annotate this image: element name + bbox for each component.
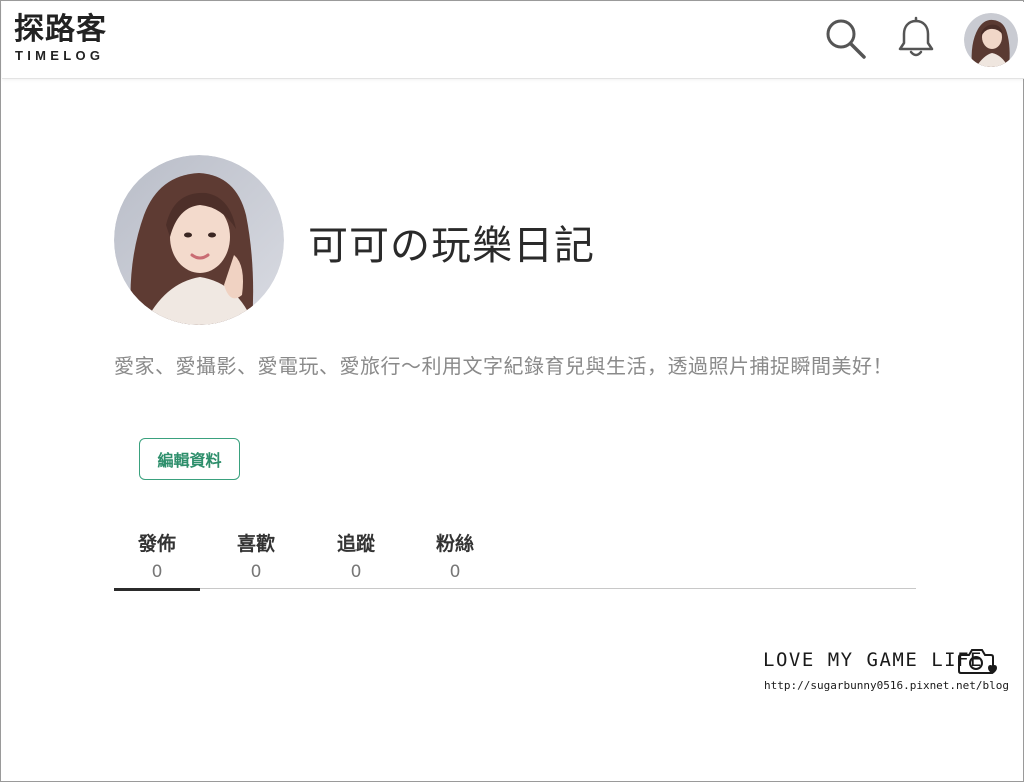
tab-label: 喜歡 [236, 533, 275, 555]
timelog-logo[interactable]: 探路客 TIMELOG [14, 14, 124, 64]
tab-posts[interactable]: 發佈 0 [114, 521, 200, 591]
tab-likes[interactable]: 喜歡 0 [213, 521, 299, 589]
blog-watermark: LOVE MY GAME LIFE http://sugarbunny0516.… [763, 647, 1009, 695]
tab-label: 粉絲 [435, 533, 474, 555]
tab-count: 0 [350, 562, 362, 582]
page-frame: 探路客 TIMELOG 可可の玩樂日記 愛家、愛攝影、愛電玩、愛旅行～利用文字紀… [0, 0, 1024, 782]
tab-count: 0 [250, 562, 262, 582]
watermark-title: LOVE MY GAME LIFE [763, 649, 983, 671]
camera-heart-icon [957, 647, 997, 677]
tab-count: 0 [151, 562, 163, 582]
edit-profile-button[interactable]: 編輯資料 [139, 438, 240, 480]
bell-icon[interactable] [894, 16, 938, 62]
tab-label: 發佈 [137, 533, 176, 555]
logo-chinese-text: 探路客 [14, 12, 107, 47]
tab-following[interactable]: 追蹤 0 [313, 521, 399, 589]
profile-bio: 愛家、愛攝影、愛電玩、愛旅行～利用文字紀錄育兒與生活，透過照片捕捉瞬間美好！ [114, 354, 893, 378]
profile-avatar[interactable] [114, 155, 284, 325]
search-icon[interactable] [824, 17, 868, 61]
top-navigation-bar: 探路客 TIMELOG [2, 2, 1024, 79]
tab-followers[interactable]: 粉絲 0 [412, 521, 498, 589]
tab-label: 追蹤 [336, 533, 375, 555]
profile-name: 可可の玩樂日記 [308, 223, 595, 269]
profile-tabs: 發佈 0 喜歡 0 追蹤 0 粉絲 0 [114, 521, 916, 591]
logo-english-text: TIMELOG [15, 48, 105, 63]
header-avatar[interactable] [964, 13, 1018, 67]
watermark-url: http://sugarbunny0516.pixnet.net/blog [764, 679, 1010, 692]
tab-count: 0 [449, 562, 461, 582]
